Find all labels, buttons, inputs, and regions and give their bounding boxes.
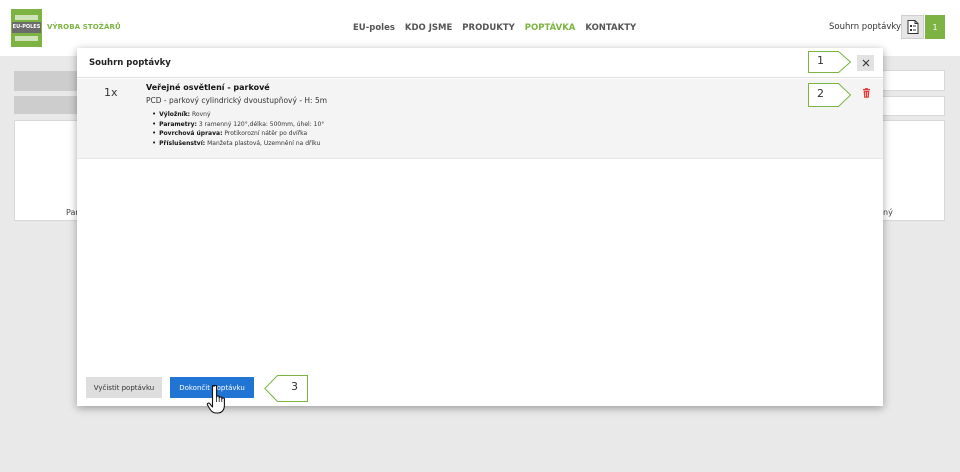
attribute-item: Parametry: 3 ramenný 120°,délka: 500mm, …: [152, 120, 324, 130]
nav-item-produkty[interactable]: PRODUKTY: [462, 23, 515, 33]
attribute-item: Výložník: Rovný: [152, 110, 324, 120]
close-icon: [862, 59, 869, 67]
bg-input: [878, 70, 945, 91]
callout-number: 3: [291, 380, 298, 393]
main-nav: EU-poles KDO JSME PRODUKTY POPTÁVKA KONT…: [353, 23, 636, 33]
close-button[interactable]: [857, 55, 874, 71]
nav-item-kdo-jsme[interactable]: KDO JSME: [405, 23, 452, 33]
callout-arrow: [808, 51, 852, 73]
document-list-icon: [907, 20, 918, 34]
inquiry-summary-button[interactable]: [901, 15, 924, 39]
modal-header: Souhrn poptávky: [77, 48, 883, 78]
summary-label: Souhrn poptávky:: [829, 22, 904, 32]
hand-cursor-icon: [206, 384, 225, 414]
modal-title: Souhrn poptávky: [89, 58, 171, 68]
inquiry-item: 1x Veřejné osvětlení - parkové PCD - par…: [77, 79, 883, 159]
brand-tagline: VÝROBA STOŽÁRŮ: [47, 23, 121, 31]
callout-arrow: [264, 375, 308, 402]
logo-text: EU-POLES: [12, 22, 41, 33]
logo[interactable]: EU-POLES: [11, 9, 42, 47]
inquiry-count-badge[interactable]: 1: [925, 15, 945, 39]
bg-filter-bar: [14, 96, 84, 114]
bg-input: [878, 96, 945, 116]
nav-item-poptavka[interactable]: POPTÁVKA: [525, 23, 576, 33]
nav-item-kontakty[interactable]: KONTAKTY: [585, 23, 636, 33]
item-quantity: 1x: [104, 86, 118, 99]
callout-number: 2: [817, 87, 824, 100]
attribute-item: Povrchová úprava: Protikorozní nátěr po …: [152, 129, 324, 139]
bg-product-card: Par: [14, 120, 84, 221]
bg-product-card: ný: [878, 120, 945, 221]
item-subtitle: PCD - parkový cylindrický dvoustupňový -…: [146, 96, 328, 105]
item-title: Veřejné osvětlení - parkové: [146, 83, 270, 92]
bg-card-caption: ný: [883, 208, 893, 217]
trash-icon[interactable]: [862, 88, 871, 98]
callout-number: 1: [817, 54, 824, 67]
clear-inquiry-button[interactable]: Vyčistit poptávku: [86, 377, 162, 398]
bg-filter-bar: [14, 71, 84, 91]
callout-arrow: [808, 83, 852, 107]
item-attributes: Výložník: Rovný Parametry: 3 ramenný 120…: [152, 110, 324, 148]
nav-item-eu-poles[interactable]: EU-poles: [353, 23, 395, 33]
inquiry-summary-modal: Souhrn poptávky 1x Veřejné osvětlení - p…: [77, 48, 883, 406]
attribute-item: Příslušenství: Manžeta plastová, Uzemněn…: [152, 139, 324, 149]
